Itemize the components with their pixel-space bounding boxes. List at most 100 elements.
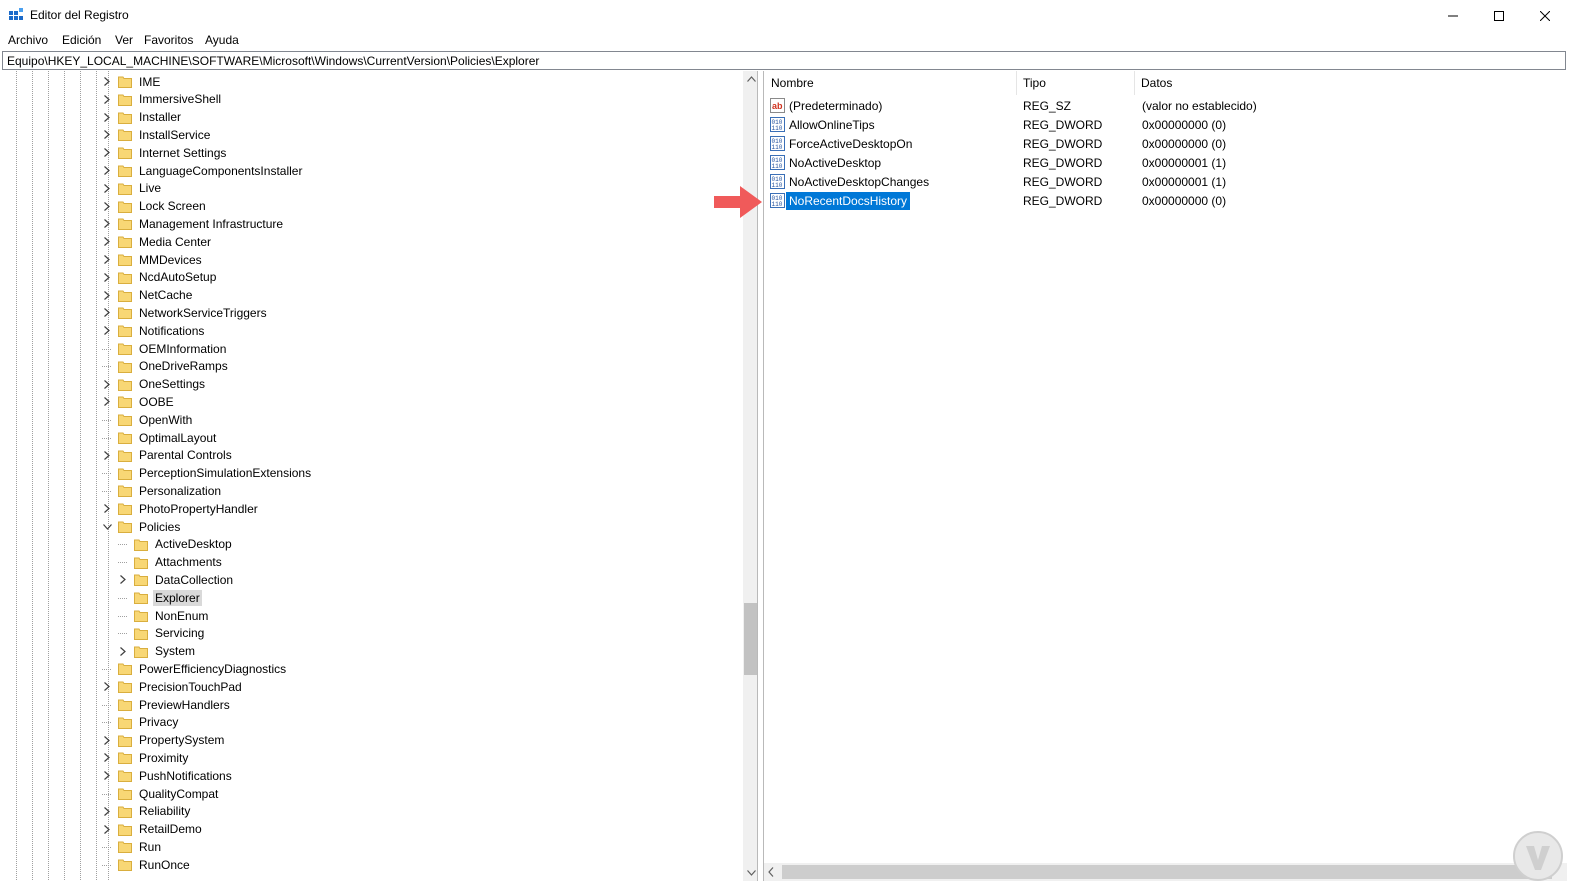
tree-item[interactable]: Media Center bbox=[102, 233, 213, 250]
chevron-right-icon[interactable] bbox=[102, 201, 112, 211]
tree-item[interactable]: OEMInformation bbox=[102, 340, 228, 357]
tree-item[interactable]: OOBE bbox=[102, 393, 176, 410]
chevron-right-icon[interactable] bbox=[118, 646, 128, 656]
scroll-up-arrow-icon[interactable] bbox=[743, 71, 757, 87]
tree-item[interactable]: Parental Controls bbox=[102, 447, 234, 464]
scroll-left-arrow-icon[interactable] bbox=[768, 867, 774, 877]
tree-item[interactable]: DataCollection bbox=[118, 571, 235, 588]
maximize-button[interactable] bbox=[1476, 0, 1522, 31]
tree-scroll-thumb[interactable] bbox=[744, 603, 757, 675]
tree-item[interactable]: PhotoPropertyHandler bbox=[102, 500, 260, 517]
tree-item[interactable]: ImmersiveShell bbox=[102, 91, 223, 108]
chevron-right-icon[interactable] bbox=[102, 148, 112, 158]
tree-item[interactable]: Servicing bbox=[118, 625, 206, 642]
scroll-down-arrow-icon[interactable] bbox=[743, 865, 757, 881]
menu-ayuda[interactable]: Ayuda bbox=[205, 33, 239, 47]
chevron-right-icon[interactable] bbox=[118, 575, 128, 585]
tree-item[interactable]: Policies bbox=[102, 518, 182, 535]
tree-item[interactable]: PerceptionSimulationExtensions bbox=[102, 465, 313, 482]
tree-item[interactable]: PropertySystem bbox=[102, 732, 226, 749]
column-header-name[interactable]: Nombre bbox=[771, 76, 814, 90]
tree-item[interactable]: RetailDemo bbox=[102, 821, 204, 838]
chevron-right-icon[interactable] bbox=[102, 237, 112, 247]
chevron-down-icon[interactable] bbox=[102, 522, 112, 532]
menu-favoritos[interactable]: Favoritos bbox=[144, 33, 193, 47]
chevron-right-icon[interactable] bbox=[102, 450, 112, 460]
chevron-right-icon[interactable] bbox=[102, 735, 112, 745]
registry-value-row[interactable]: 010 110 NoRecentDocsHistory REG_DWORD 0x0000… bbox=[770, 191, 1560, 210]
chevron-right-icon[interactable] bbox=[102, 77, 112, 87]
tree-item[interactable]: LanguageComponentsInstaller bbox=[102, 162, 304, 179]
list-scroll-thumb[interactable] bbox=[782, 865, 1552, 879]
chevron-right-icon[interactable] bbox=[102, 771, 112, 781]
chevron-right-icon[interactable] bbox=[102, 504, 112, 514]
tree-item[interactable]: Reliability bbox=[102, 803, 192, 820]
tree-item[interactable]: Run bbox=[102, 838, 163, 855]
chevron-right-icon[interactable] bbox=[102, 308, 112, 318]
chevron-right-icon[interactable] bbox=[102, 219, 112, 229]
tree-item[interactable]: Installer bbox=[102, 109, 183, 126]
tree-item[interactable]: OpenWith bbox=[102, 411, 194, 428]
column-header-type[interactable]: Tipo bbox=[1023, 76, 1046, 90]
menu-ver[interactable]: Ver bbox=[115, 33, 133, 47]
tree-item[interactable]: NonEnum bbox=[118, 607, 210, 624]
chevron-right-icon[interactable] bbox=[102, 379, 112, 389]
tree-item[interactable]: Management Infrastructure bbox=[102, 215, 285, 232]
tree-item[interactable]: ActiveDesktop bbox=[118, 536, 234, 553]
tree-item[interactable]: Notifications bbox=[102, 322, 206, 339]
chevron-right-icon[interactable] bbox=[102, 255, 112, 265]
tree-item[interactable]: Live bbox=[102, 180, 163, 197]
close-button[interactable] bbox=[1522, 0, 1568, 31]
chevron-right-icon[interactable] bbox=[102, 682, 112, 692]
chevron-right-icon[interactable] bbox=[102, 130, 112, 140]
registry-value-row[interactable]: 010 110 ForceActiveDesktopOn REG_DWORD 0x000… bbox=[770, 135, 1560, 153]
tree-item[interactable]: Privacy bbox=[102, 714, 180, 731]
registry-value-row[interactable]: ab (Predeterminado) REG_SZ (valor no establ… bbox=[770, 97, 1560, 115]
tree-item[interactable]: NetCache bbox=[102, 287, 194, 304]
tree-item[interactable]: IME bbox=[102, 73, 162, 90]
minimize-button[interactable] bbox=[1430, 0, 1476, 31]
registry-value-row[interactable]: 010 110 NoActiveDesktopChanges REG_DWORD 0x0… bbox=[770, 173, 1560, 191]
chevron-right-icon[interactable] bbox=[102, 397, 112, 407]
address-bar[interactable]: Equipo\HKEY_LOCAL_MACHINE\SOFTWARE\Micro… bbox=[2, 51, 1566, 70]
tree-item[interactable]: OneDriveRamps bbox=[102, 358, 230, 375]
chevron-right-icon[interactable] bbox=[102, 753, 112, 763]
column-header-data[interactable]: Datos bbox=[1141, 76, 1172, 90]
tree-item[interactable]: InstallService bbox=[102, 126, 212, 143]
list-horizontal-scrollbar[interactable] bbox=[764, 863, 1567, 881]
tree-item[interactable]: NetworkServiceTriggers bbox=[102, 304, 269, 321]
chevron-right-icon[interactable] bbox=[102, 112, 112, 122]
chevron-right-icon[interactable] bbox=[102, 94, 112, 104]
tree-item[interactable]: PowerEfficiencyDiagnostics bbox=[102, 660, 288, 677]
column-separator[interactable] bbox=[1134, 71, 1135, 95]
tree-item[interactable]: Attachments bbox=[118, 554, 224, 571]
tree-item[interactable]: Explorer bbox=[118, 589, 202, 606]
tree-item[interactable]: NcdAutoSetup bbox=[102, 269, 218, 286]
tree-item[interactable]: QualityCompat bbox=[102, 785, 220, 802]
tree-item[interactable]: Internet Settings bbox=[102, 144, 228, 161]
tree-item[interactable]: PushNotifications bbox=[102, 767, 234, 784]
tree-item[interactable]: PrecisionTouchPad bbox=[102, 678, 244, 695]
registry-value-row[interactable]: 010 110 AllowOnlineTips REG_DWORD 0x00000000… bbox=[770, 116, 1560, 134]
tree-item[interactable]: RunOnce bbox=[102, 856, 192, 873]
tree-item[interactable]: Lock Screen bbox=[102, 198, 208, 215]
tree-item[interactable]: MMDevices bbox=[102, 251, 204, 268]
menu-edicion[interactable]: Edición bbox=[62, 33, 101, 47]
column-separator[interactable] bbox=[1016, 71, 1017, 95]
tree-item[interactable]: Proximity bbox=[102, 749, 190, 766]
chevron-right-icon[interactable] bbox=[102, 166, 112, 176]
tree-item[interactable]: PreviewHandlers bbox=[102, 696, 232, 713]
address-path[interactable]: Equipo\HKEY_LOCAL_MACHINE\SOFTWARE\Micro… bbox=[7, 54, 539, 68]
registry-value-row[interactable]: 010 110 NoActiveDesktop REG_DWORD 0x00000001… bbox=[770, 154, 1560, 172]
tree-item[interactable]: Personalization bbox=[102, 482, 223, 499]
tree-item[interactable]: OneSettings bbox=[102, 376, 207, 393]
chevron-right-icon[interactable] bbox=[102, 326, 112, 336]
tree-item[interactable]: OptimalLayout bbox=[102, 429, 218, 446]
chevron-right-icon[interactable] bbox=[102, 272, 112, 282]
chevron-right-icon[interactable] bbox=[102, 806, 112, 816]
tree-item[interactable]: System bbox=[118, 643, 197, 660]
chevron-right-icon[interactable] bbox=[102, 183, 112, 193]
menu-archivo[interactable]: Archivo bbox=[8, 33, 48, 47]
chevron-right-icon[interactable] bbox=[102, 290, 112, 300]
chevron-right-icon[interactable] bbox=[102, 824, 112, 834]
